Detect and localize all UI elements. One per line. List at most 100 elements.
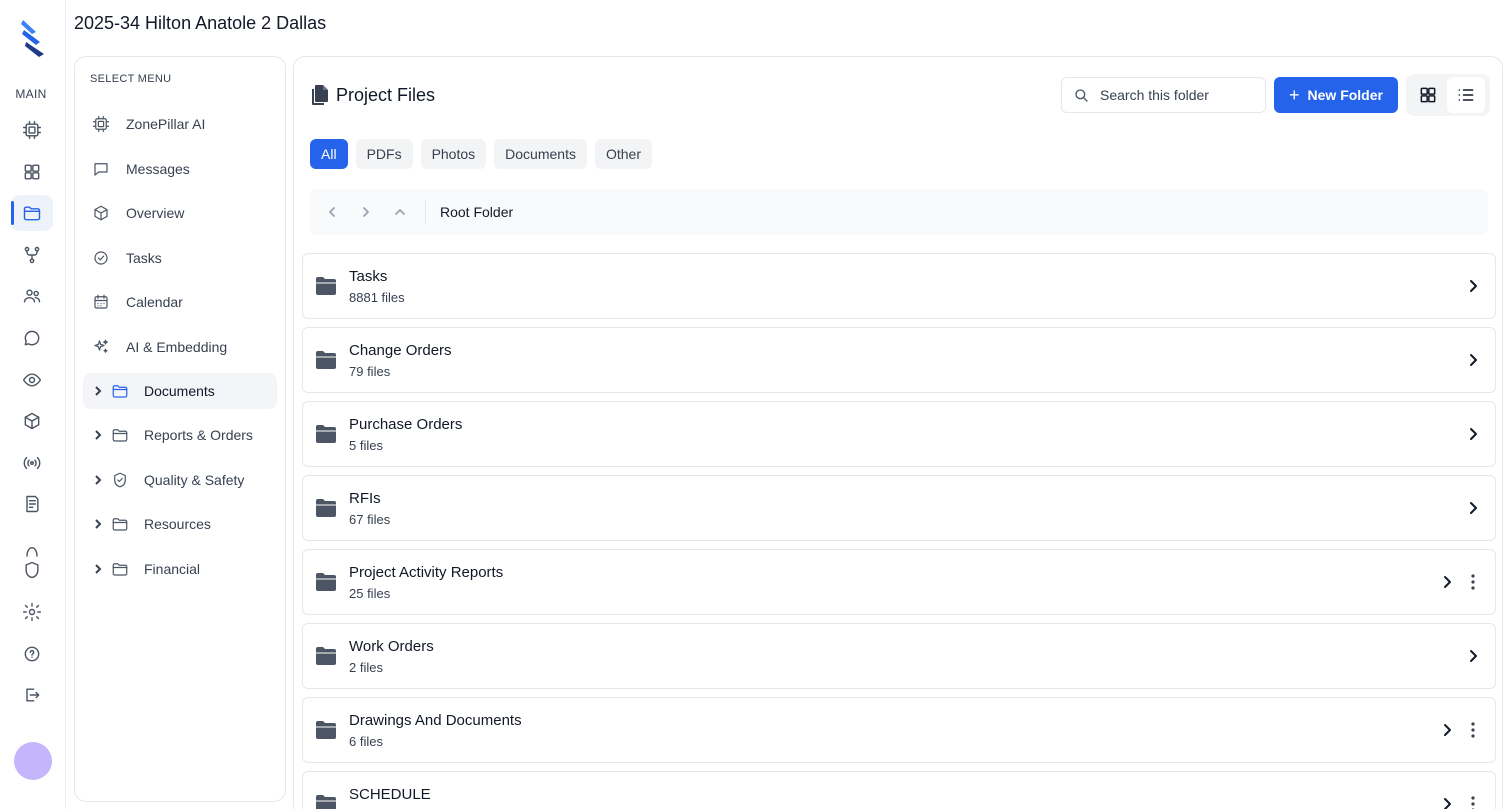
chevron-right-icon[interactable] xyxy=(93,564,103,574)
more-vertical-icon[interactable] xyxy=(1465,794,1481,809)
rail-workflow-button[interactable] xyxy=(11,237,53,273)
chevron-right-icon[interactable] xyxy=(1439,722,1455,738)
tree-item-reports-orders[interactable]: Reports & Orders xyxy=(83,417,277,453)
menu-item-overview[interactable]: Overview xyxy=(83,195,277,231)
files-icon xyxy=(312,85,328,105)
folder-name: RFIs xyxy=(349,490,381,507)
calendar-icon xyxy=(91,292,111,312)
tree-item-quality-safety[interactable]: Quality & Safety xyxy=(83,462,277,498)
rail-view-button[interactable] xyxy=(11,362,53,398)
filter-other[interactable]: Other xyxy=(594,139,652,169)
rail-help-button[interactable] xyxy=(11,636,53,672)
chevron-right-icon[interactable] xyxy=(1465,500,1481,516)
rail-files-button[interactable] xyxy=(11,195,53,231)
grid-view-button[interactable] xyxy=(1409,77,1447,113)
eye-icon xyxy=(22,373,42,387)
rail-chat-button[interactable] xyxy=(11,320,53,356)
filter-documents[interactable]: Documents xyxy=(494,139,587,169)
new-folder-button[interactable]: + New Folder xyxy=(1274,77,1398,113)
back-button[interactable] xyxy=(315,195,349,229)
list-view-button[interactable] xyxy=(1447,77,1485,113)
menu-item-label: Messages xyxy=(126,161,190,177)
tree-item-resources[interactable]: Resources xyxy=(83,506,277,542)
filter-pdfs[interactable]: PDFs xyxy=(355,139,413,169)
app-logo-icon[interactable] xyxy=(18,18,48,58)
git-branch-icon xyxy=(24,246,40,264)
forward-button[interactable] xyxy=(349,195,383,229)
chevron-right-icon[interactable] xyxy=(1465,278,1481,294)
tree-item-label: Resources xyxy=(144,516,211,532)
chevron-right-icon[interactable] xyxy=(93,475,103,485)
rail-team-button[interactable] xyxy=(11,278,53,314)
icon-rail: MAIN xyxy=(0,0,66,809)
user-avatar[interactable] xyxy=(14,742,52,780)
select-menu-heading: SELECT MENU xyxy=(90,73,172,85)
folder-row-project-activity-reports[interactable]: Project Activity Reports 25 files xyxy=(302,549,1496,615)
up-button[interactable] xyxy=(383,195,417,229)
folder-icon xyxy=(316,721,336,739)
rail-sensors-button[interactable] xyxy=(11,445,53,481)
folder-icon xyxy=(110,425,130,445)
plus-icon: + xyxy=(1289,85,1300,105)
chevron-right-icon[interactable] xyxy=(1439,796,1455,809)
new-folder-label: New Folder xyxy=(1307,87,1383,103)
folder-row-work-orders[interactable]: Work Orders 2 files xyxy=(302,623,1496,689)
folder-file-count: 5 files xyxy=(349,438,383,453)
folder-file-count: 79 files xyxy=(349,364,391,379)
tree-item-label: Reports & Orders xyxy=(144,427,253,443)
menu-item-zonepillar-ai[interactable]: ZonePillar AI xyxy=(83,106,277,142)
folder-row-change-orders[interactable]: Change Orders 79 files xyxy=(302,327,1496,393)
folder-search[interactable] xyxy=(1061,77,1266,113)
menu-item-tasks[interactable]: Tasks xyxy=(83,240,277,276)
tree-item-label: Financial xyxy=(144,561,201,577)
menu-item-messages[interactable]: Messages xyxy=(83,151,277,187)
rail-logout-button[interactable] xyxy=(11,677,53,713)
breadcrumb-root[interactable]: Root Folder xyxy=(440,204,513,220)
menu-item-calendar[interactable]: Calendar xyxy=(83,284,277,320)
rail-security-button[interactable] xyxy=(11,552,53,588)
view-toggle xyxy=(1406,74,1490,116)
folder-row-rfis[interactable]: RFIs 67 files xyxy=(302,475,1496,541)
chevron-right-icon[interactable] xyxy=(1439,574,1455,590)
folder-row-drawings-and-documents[interactable]: Drawings And Documents 6 files xyxy=(302,697,1496,763)
menu-item-label: ZonePillar AI xyxy=(126,116,206,132)
dashboard-icon xyxy=(24,164,40,180)
chevron-right-icon[interactable] xyxy=(93,430,103,440)
file-type-filters: All PDFs Photos Documents Other xyxy=(310,139,652,169)
cube-icon xyxy=(91,203,111,223)
folder-icon xyxy=(23,206,41,221)
folder-row-purchase-orders[interactable]: Purchase Orders 5 files xyxy=(302,401,1496,467)
tree-item-financial[interactable]: Financial xyxy=(83,551,277,587)
chevron-right-icon[interactable] xyxy=(1465,648,1481,664)
filter-all[interactable]: All xyxy=(310,139,348,169)
more-vertical-icon[interactable] xyxy=(1465,572,1481,592)
rail-settings-button[interactable] xyxy=(11,594,53,630)
chevron-right-icon[interactable] xyxy=(1465,352,1481,368)
rail-3d-button[interactable] xyxy=(11,403,53,439)
chevron-right-icon[interactable] xyxy=(93,519,103,529)
chevron-right-icon[interactable] xyxy=(93,386,103,396)
folder-icon xyxy=(316,795,336,809)
chevron-right-icon[interactable] xyxy=(1465,426,1481,442)
folder-icon xyxy=(110,559,130,579)
rail-ai-button[interactable] xyxy=(11,112,53,148)
more-vertical-icon[interactable] xyxy=(1465,720,1481,740)
broadcast-icon xyxy=(23,456,41,470)
folder-row-tasks[interactable]: Tasks 8881 files xyxy=(302,253,1496,319)
folder-name: Purchase Orders xyxy=(349,416,463,433)
folder-file-count: 6 files xyxy=(349,734,383,749)
folder-name: Project Activity Reports xyxy=(349,564,504,581)
menu-item-ai-embedding[interactable]: AI & Embedding xyxy=(83,329,277,365)
project-files-panel: Project Files + New Folder All PDFs Phot… xyxy=(293,56,1503,809)
rail-dashboard-button[interactable] xyxy=(11,154,53,190)
filter-photos[interactable]: Photos xyxy=(420,139,487,169)
tree-item-documents[interactable]: Documents xyxy=(83,373,277,409)
rail-section-label: MAIN xyxy=(15,87,47,101)
logout-icon xyxy=(26,688,40,702)
tree-item-label: Documents xyxy=(144,383,215,399)
folder-icon xyxy=(110,514,130,534)
rail-reports-button[interactable] xyxy=(11,486,53,522)
folder-row-schedule[interactable]: SCHEDULE xyxy=(302,771,1496,809)
folder-icon xyxy=(316,573,336,591)
search-input[interactable] xyxy=(1100,87,1250,103)
